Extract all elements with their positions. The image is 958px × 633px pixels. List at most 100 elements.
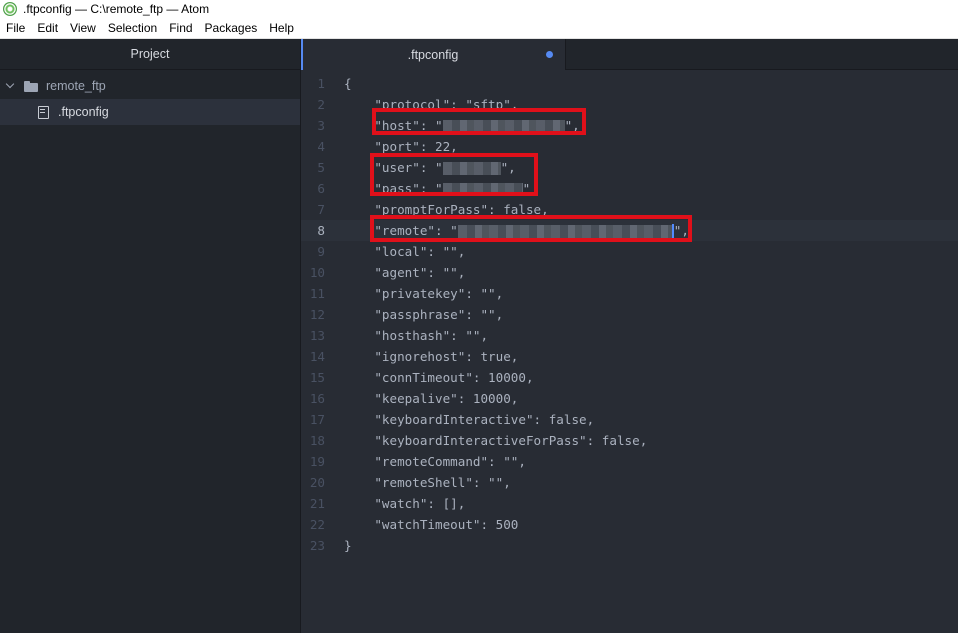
code-text-content: "remoteCommand": "", <box>344 454 526 469</box>
line-number[interactable]: 20 <box>301 472 325 493</box>
line-number[interactable]: 5 <box>301 157 325 178</box>
code-line[interactable]: 12 "passphrase": "", <box>301 304 958 325</box>
code-text-content: "remote": " <box>344 223 458 238</box>
code-text[interactable]: "remoteShell": "", <box>344 472 511 493</box>
code-line[interactable]: 14 "ignorehost": true, <box>301 346 958 367</box>
code-line[interactable]: 23} <box>301 535 958 556</box>
code-text[interactable]: "ignorehost": true, <box>344 346 518 367</box>
redacted-value <box>442 120 565 133</box>
code-line[interactable]: 19 "remoteCommand": "", <box>301 451 958 472</box>
code-line[interactable]: 3 "host": " ", <box>301 115 958 136</box>
menu-selection[interactable]: Selection <box>102 21 163 35</box>
code-line[interactable]: 8 "remote": " ", <box>301 220 958 241</box>
code-line[interactable]: 13 "hosthash": "", <box>301 325 958 346</box>
line-number[interactable]: 7 <box>301 199 325 220</box>
menu-view[interactable]: View <box>64 21 102 35</box>
menu-packages[interactable]: Packages <box>199 21 264 35</box>
line-number[interactable]: 8 <box>301 220 325 241</box>
line-number[interactable]: 22 <box>301 514 325 535</box>
code-line[interactable]: 15 "connTimeout": 10000, <box>301 367 958 388</box>
line-number[interactable]: 23 <box>301 535 325 556</box>
code-line[interactable]: 7 "promptForPass": false, <box>301 199 958 220</box>
tree-folder-remote-ftp[interactable]: remote_ftp <box>0 73 300 99</box>
code-text[interactable]: "passphrase": "", <box>344 304 503 325</box>
tree-view-header[interactable]: Project <box>0 39 300 70</box>
tab-bar: .ftpconfig <box>301 39 958 70</box>
code-line[interactable]: 5 "user": " ", <box>301 157 958 178</box>
code-line[interactable]: 10 "agent": "", <box>301 262 958 283</box>
code-text[interactable]: "keyboardInteractiveForPass": false, <box>344 430 647 451</box>
code-line[interactable]: 21 "watch": [], <box>301 493 958 514</box>
code-suffix: " <box>522 181 531 196</box>
code-line[interactable]: 9 "local": "", <box>301 241 958 262</box>
code-text[interactable]: "keepalive": 10000, <box>344 388 518 409</box>
code-text[interactable]: "user": " ", <box>344 157 516 178</box>
menu-edit[interactable]: Edit <box>31 21 64 35</box>
code-text[interactable]: "local": "", <box>344 241 465 262</box>
code-text[interactable]: "protocol": "sftp", <box>344 94 518 115</box>
line-number[interactable]: 10 <box>301 262 325 283</box>
code-text[interactable]: "privatekey": "", <box>344 283 503 304</box>
code-line[interactable]: 6 "pass": " " <box>301 178 958 199</box>
line-number[interactable]: 14 <box>301 346 325 367</box>
menu-find[interactable]: Find <box>163 21 198 35</box>
line-number[interactable]: 6 <box>301 178 325 199</box>
code-text[interactable]: "remote": " ", <box>344 220 689 241</box>
line-number[interactable]: 1 <box>301 73 325 94</box>
file-text-icon <box>38 105 49 119</box>
code-line[interactable]: 1{ <box>301 73 958 94</box>
text-editor[interactable]: 1{2 "protocol": "sftp", 3 "host": " ", 4 "p… <box>301 70 958 633</box>
line-number[interactable]: 3 <box>301 115 325 136</box>
code-line[interactable]: 4 "port": 22, <box>301 136 958 157</box>
line-number[interactable]: 13 <box>301 325 325 346</box>
code-text[interactable]: "agent": "", <box>344 262 465 283</box>
code-text[interactable]: "watch": [], <box>344 493 465 514</box>
code-text[interactable]: "connTimeout": 10000, <box>344 367 533 388</box>
line-number[interactable]: 16 <box>301 388 325 409</box>
line-number[interactable]: 11 <box>301 283 325 304</box>
code-text[interactable]: "remoteCommand": "", <box>344 451 526 472</box>
code-line[interactable]: 17 "keyboardInteractive": false, <box>301 409 958 430</box>
line-number[interactable]: 21 <box>301 493 325 514</box>
redacted-value <box>457 225 672 238</box>
code-text[interactable]: } <box>344 535 352 556</box>
line-number[interactable]: 4 <box>301 136 325 157</box>
modified-dot-icon[interactable] <box>546 51 553 58</box>
tab-ftpconfig[interactable]: .ftpconfig <box>301 39 566 70</box>
code-text[interactable]: "port": 22, <box>344 136 457 157</box>
code-text[interactable]: "hosthash": "", <box>344 325 488 346</box>
code-text[interactable]: "watchTimeout": 500 <box>344 514 518 535</box>
code-text[interactable]: "keyboardInteractive": false, <box>344 409 594 430</box>
line-number[interactable]: 2 <box>301 94 325 115</box>
code-text-content: "local": "", <box>344 244 466 259</box>
line-number[interactable]: 17 <box>301 409 325 430</box>
code-line[interactable]: 2 "protocol": "sftp", <box>301 94 958 115</box>
code-line[interactable]: 22 "watchTimeout": 500 <box>301 514 958 535</box>
code-text-content: "watchTimeout": 500 <box>344 517 519 532</box>
file-label: .ftpconfig <box>58 105 109 119</box>
code-text[interactable]: "pass": " " <box>344 178 530 199</box>
line-number[interactable]: 18 <box>301 430 325 451</box>
code-text-content: "privatekey": "", <box>344 286 504 301</box>
code-text-content: "hosthash": "", <box>344 328 489 343</box>
menu-file[interactable]: File <box>0 21 31 35</box>
code-text[interactable]: "host": " ", <box>344 115 580 136</box>
code-line[interactable]: 11 "privatekey": "", <box>301 283 958 304</box>
line-number[interactable]: 9 <box>301 241 325 262</box>
code-line[interactable]: 20 "remoteShell": "", <box>301 472 958 493</box>
window-title: .ftpconfig — C:\remote_ftp — Atom <box>23 1 210 16</box>
line-number[interactable]: 12 <box>301 304 325 325</box>
code-text[interactable]: { <box>344 73 352 94</box>
code-text-content: "user": " <box>344 160 443 175</box>
line-number[interactable]: 19 <box>301 451 325 472</box>
code-text-content: "remoteShell": "", <box>344 475 511 490</box>
code-line[interactable]: 16 "keepalive": 10000, <box>301 388 958 409</box>
code-text[interactable]: "promptForPass": false, <box>344 199 548 220</box>
tree-file-ftpconfig[interactable]: .ftpconfig <box>0 99 300 125</box>
chevron-down-icon[interactable] <box>6 81 16 91</box>
menu-help[interactable]: Help <box>263 21 300 35</box>
tab-title: .ftpconfig <box>407 47 459 62</box>
redacted-value <box>442 162 501 175</box>
line-number[interactable]: 15 <box>301 367 325 388</box>
code-line[interactable]: 18 "keyboardInteractiveForPass": false, <box>301 430 958 451</box>
